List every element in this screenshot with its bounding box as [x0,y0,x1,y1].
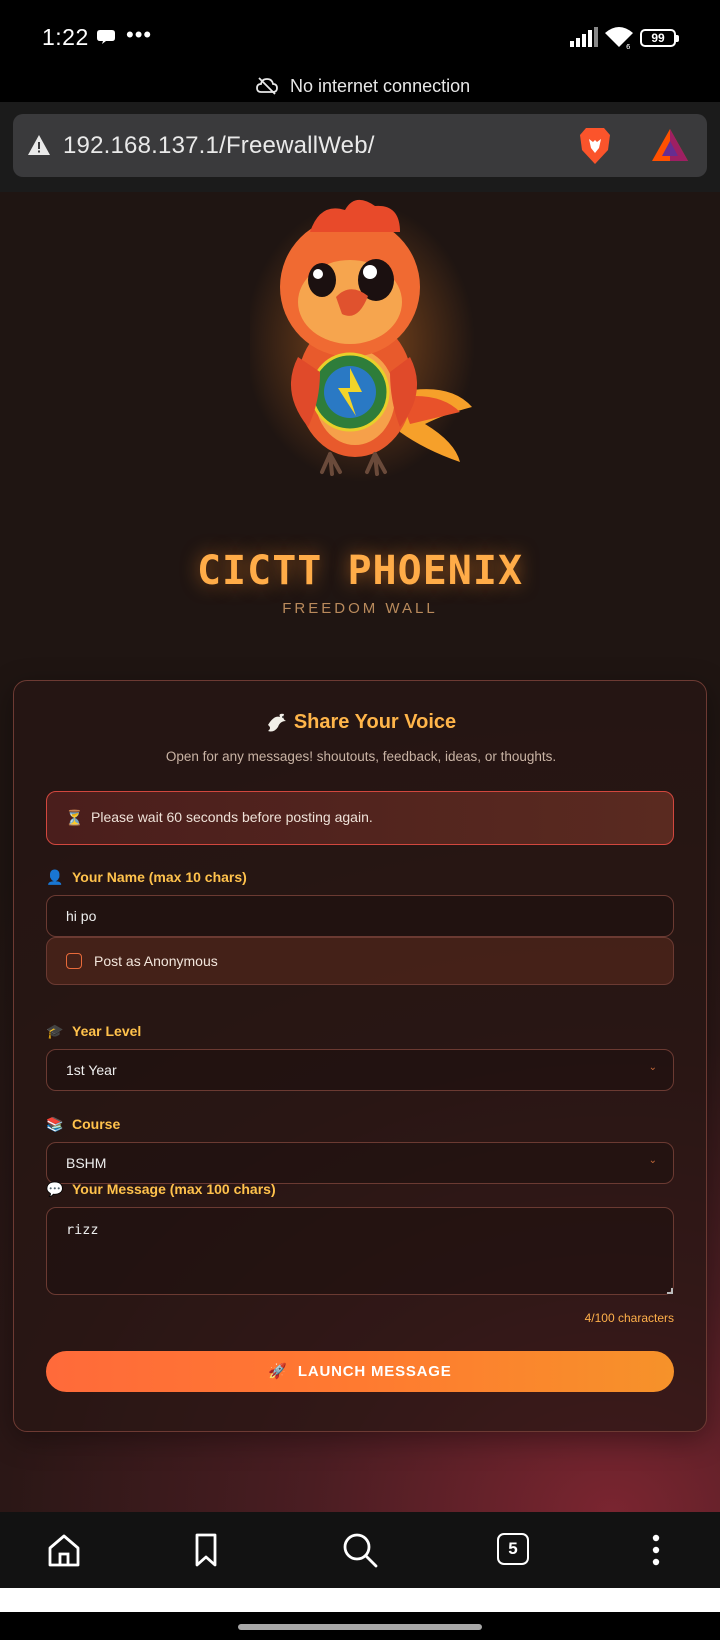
more-vertical-icon [652,1534,660,1566]
message-label: 💬 Your Message (max 100 chars) [46,1181,276,1198]
name-label: 👤 Your Name (max 10 chars) [46,869,247,886]
anonymous-option[interactable]: Post as Anonymous [46,937,674,985]
course-label-text: Course [72,1116,121,1132]
user-icon: 👤 [46,869,64,885]
address-bar[interactable]: 192.168.137.1/FreewallWeb/ [13,114,707,177]
form-title-text: Share Your Voice [293,711,457,733]
browser-bottom-nav: 5 [0,1512,720,1588]
cloud-off-icon [256,77,278,95]
graduation-cap-icon: 🎓 [46,1023,64,1039]
alert-text: Please wait 60 seconds before posting ag… [91,809,373,825]
search-icon [343,1533,378,1568]
brand-title: CICTT PHOENIX [196,548,524,594]
chevron-down-icon[interactable]: ⌄ [649,1062,657,1073]
bookmark-icon [195,1533,217,1567]
search-button[interactable] [338,1528,382,1572]
home-icon [48,1534,80,1567]
form-subtitle: Open for any messages! shoutouts, feedba… [165,749,557,764]
browser-toolbar: 192.168.137.1/FreewallWeb/ [0,102,720,192]
resize-handle[interactable] [667,1288,673,1294]
bookmarks-button[interactable] [184,1528,228,1572]
cell-signal-icon [570,27,598,47]
tab-count[interactable]: 5 [497,1533,529,1565]
brand-subtitle: FREEDOM WALL [282,600,438,617]
year-label: 🎓 Year Level [46,1023,141,1040]
message-form-card: Share Your Voice Open for any messages! … [13,680,707,1432]
launch-label: LAUNCH MESSAGE [297,1363,452,1380]
phoenix-mascot-icon [250,199,475,482]
menu-button[interactable] [634,1528,678,1572]
name-input[interactable]: hi po [46,895,674,937]
anonymous-checkbox[interactable] [66,953,82,969]
brave-shields-icon[interactable] [578,126,612,166]
course-label: 📚 Course [46,1116,120,1133]
dove-icon [267,713,286,732]
wifi-icon: 6 [605,27,633,49]
cooldown-alert: ⏳ Please wait 60 seconds before posting … [46,791,674,845]
name-label-text: Your Name (max 10 chars) [72,869,247,885]
message-value[interactable]: rizz [66,1222,99,1238]
anonymous-label[interactable]: Post as Anonymous [94,953,218,969]
warning-icon[interactable] [27,134,51,156]
year-value[interactable]: 1st Year [66,1062,117,1078]
year-label-text: Year Level [72,1023,142,1039]
chat-bubble-icon [97,30,115,44]
chevron-down-icon[interactable]: ⌄ [649,1155,657,1166]
name-value[interactable]: hi po [66,908,96,924]
books-icon: 📚 [46,1116,64,1132]
offline-banner: No internet connection [0,72,720,102]
course-value[interactable]: BSHM [66,1155,106,1171]
rewards-triangle-icon[interactable] [651,128,689,162]
character-counter: 4/100 characters [584,1311,674,1325]
form-title: Share Your Voice [14,711,708,734]
year-select[interactable]: 1st Year ⌄ [46,1049,674,1091]
offline-text: No internet connection [290,76,471,96]
gesture-bar [0,1612,720,1640]
page-content: CICTT PHOENIX FREEDOM WALL Share Your Vo… [0,192,720,1512]
url-text[interactable]: 192.168.137.1/FreewallWeb/ [63,132,375,160]
course-select[interactable]: BSHM ⌄ [46,1142,674,1184]
home-gesture-handle[interactable] [238,1624,482,1630]
speech-bubble-icon: 💬 [46,1181,64,1197]
message-textarea[interactable]: rizz [46,1207,674,1295]
tabs-button[interactable]: 5 [492,1528,536,1572]
svg-text:6: 6 [626,43,631,49]
more-notifications-icon: ••• [126,22,153,47]
status-time: 1:22 [42,24,89,50]
hourglass-icon: ⏳ [65,810,84,827]
status-bar: 1:22 ••• 6 99 [0,0,720,72]
home-button[interactable] [42,1528,86,1572]
keyboard-gap [0,1588,720,1612]
launch-message-button[interactable]: 🚀 LAUNCH MESSAGE [46,1351,674,1392]
rocket-icon: 🚀 [268,1363,288,1380]
message-label-text: Your Message (max 100 chars) [72,1181,276,1197]
battery-icon: 99 [640,29,679,47]
